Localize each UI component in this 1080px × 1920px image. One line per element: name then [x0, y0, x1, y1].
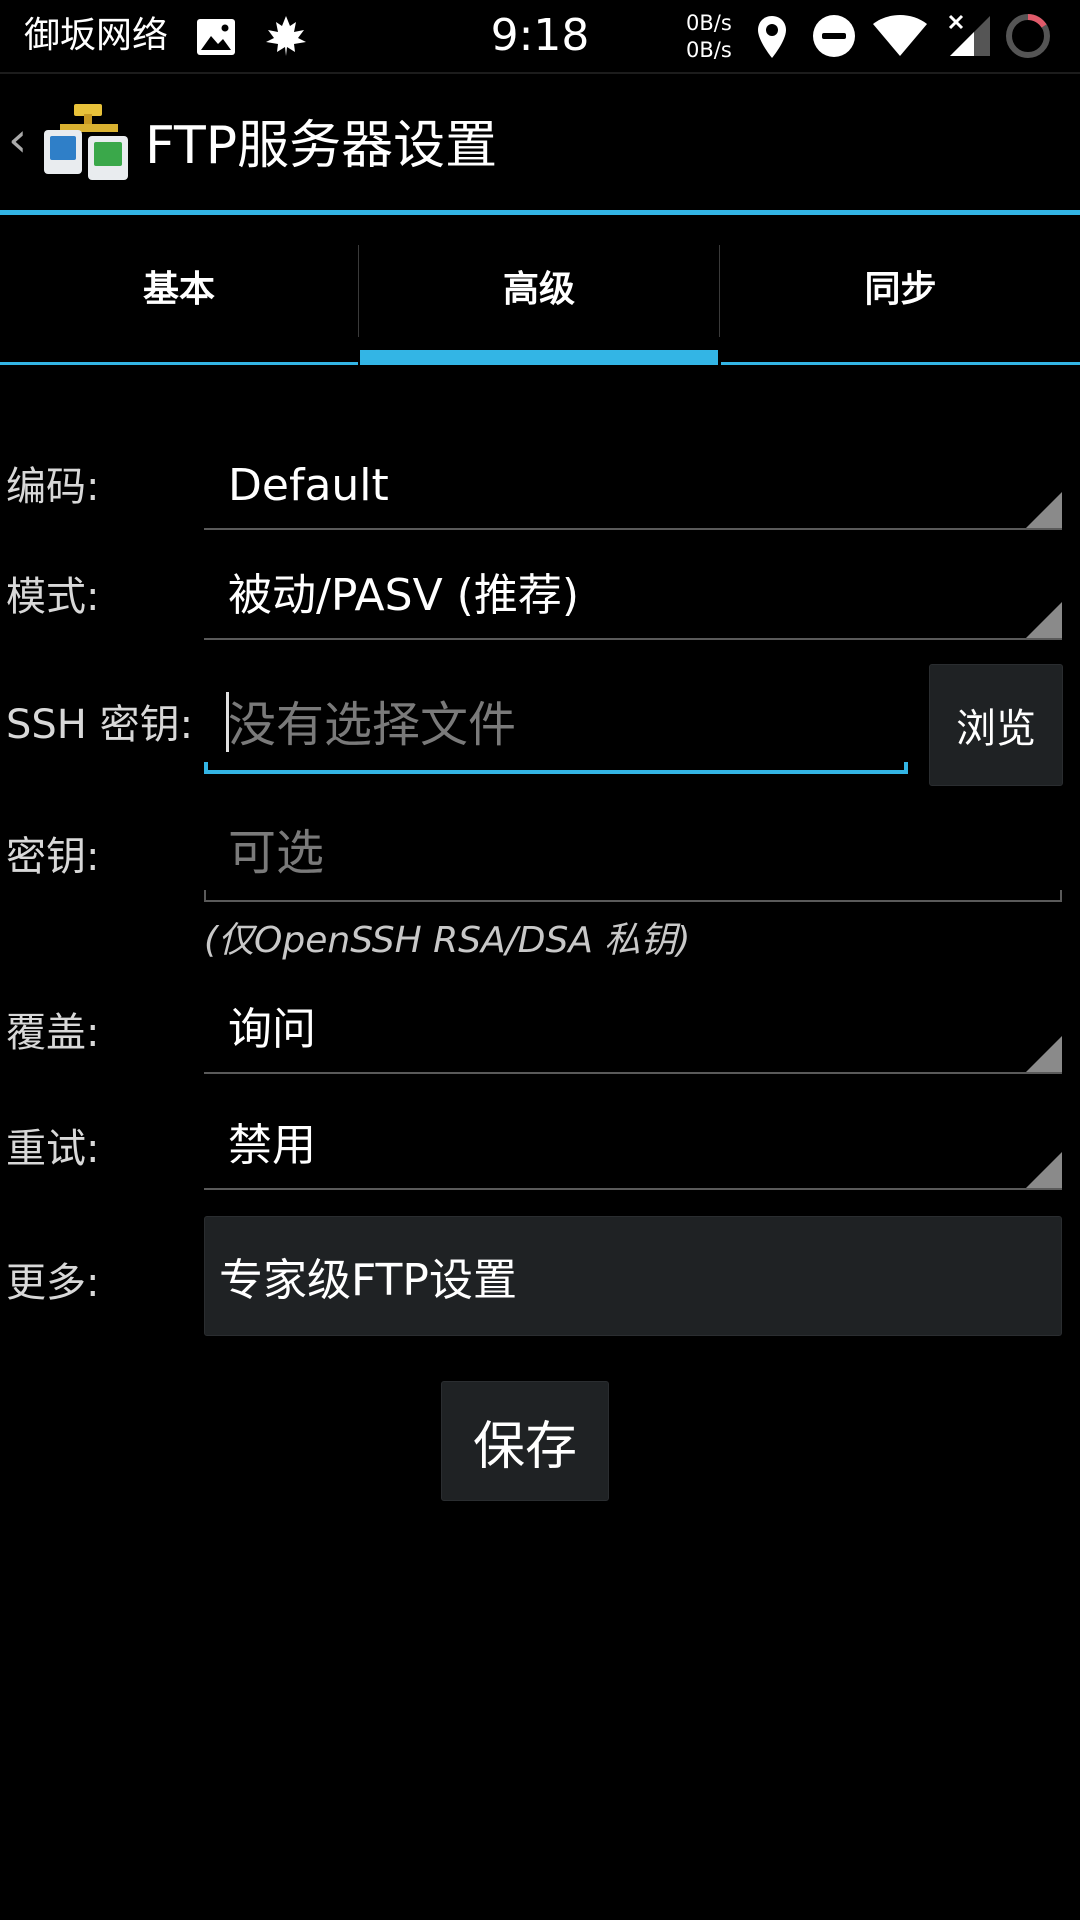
retry-label: 重试:: [6, 1126, 100, 1172]
retry-value: 禁用: [228, 1120, 316, 1171]
expert-ftp-settings-label: 专家级FTP设置: [219, 1255, 517, 1306]
tab-divider: [358, 245, 359, 337]
passphrase-input[interactable]: [204, 806, 1062, 900]
ssh-key-field[interactable]: [204, 680, 908, 774]
encoding-label: 编码:: [6, 464, 100, 510]
mode-spinner[interactable]: 被动/PASV (推荐): [204, 548, 1062, 640]
ssh-key-label: SSH 密钥:: [6, 702, 194, 748]
retry-spinner[interactable]: 禁用: [204, 1098, 1062, 1190]
tab-label: 同步: [864, 269, 937, 310]
action-bar: ‹ FTP服务器设置: [0, 74, 1080, 210]
ssh-key-input[interactable]: [204, 680, 908, 770]
mode-label: 模式:: [6, 574, 100, 620]
passphrase-field[interactable]: [204, 806, 1062, 902]
download-speed: 0B/s: [686, 38, 732, 62]
save-button[interactable]: 保存: [441, 1381, 609, 1501]
tab-advanced[interactable]: 高级: [360, 215, 718, 365]
spinner-arrow-icon: [1026, 1036, 1062, 1072]
network-speed: 0B/s 0B/s: [686, 10, 732, 64]
wifi-icon: [873, 15, 927, 56]
expert-ftp-settings-button[interactable]: 专家级FTP设置: [204, 1216, 1062, 1336]
passphrase-hint: (仅OpenSSH RSA/DSA 私钥): [204, 920, 691, 961]
tab-indicator-selected: [360, 350, 718, 365]
spinner-arrow-icon: [1026, 1152, 1062, 1188]
spinner-arrow-icon: [1026, 602, 1062, 638]
overwrite-label: 覆盖:: [6, 1010, 100, 1056]
ftp-server-icon[interactable]: [40, 100, 132, 184]
upload-speed: 0B/s: [686, 11, 732, 35]
tab-divider: [719, 245, 720, 337]
encoding-value: Default: [228, 460, 389, 511]
battery-ring-icon: [1006, 14, 1050, 58]
location-icon: [758, 16, 786, 58]
more-label: 更多:: [6, 1260, 100, 1306]
tab-label: 基本: [142, 269, 215, 310]
tab-indicator: [0, 362, 358, 365]
spinner-arrow-icon: [1026, 492, 1062, 528]
field-underline: [204, 900, 1062, 902]
status-bar: 御坂网络 9:18 0B/s 0B/s: [0, 0, 1080, 74]
no-sim-signal-icon: [948, 14, 990, 56]
browse-button[interactable]: 浏览: [929, 664, 1063, 786]
do-not-disturb-icon: [813, 15, 855, 57]
field-underline: [204, 770, 908, 774]
tab-indicator: [721, 362, 1080, 365]
text-cursor: [226, 692, 229, 752]
passphrase-label: 密钥:: [6, 834, 100, 880]
overwrite-value: 询问: [228, 1004, 316, 1055]
mode-value: 被动/PASV (推荐): [228, 570, 579, 621]
back-chevron-icon[interactable]: ‹: [8, 112, 27, 168]
overwrite-spinner[interactable]: 询问: [204, 982, 1062, 1074]
encoding-spinner[interactable]: Default: [204, 438, 1062, 530]
page-title: FTP服务器设置: [145, 116, 498, 176]
tab-bar: 基本 高级 同步: [0, 215, 1080, 365]
tab-label: 高级: [502, 269, 575, 310]
tab-basic[interactable]: 基本: [0, 215, 358, 365]
browse-button-label: 浏览: [956, 706, 1036, 752]
save-button-label: 保存: [472, 1416, 577, 1477]
tab-sync[interactable]: 同步: [721, 215, 1080, 365]
